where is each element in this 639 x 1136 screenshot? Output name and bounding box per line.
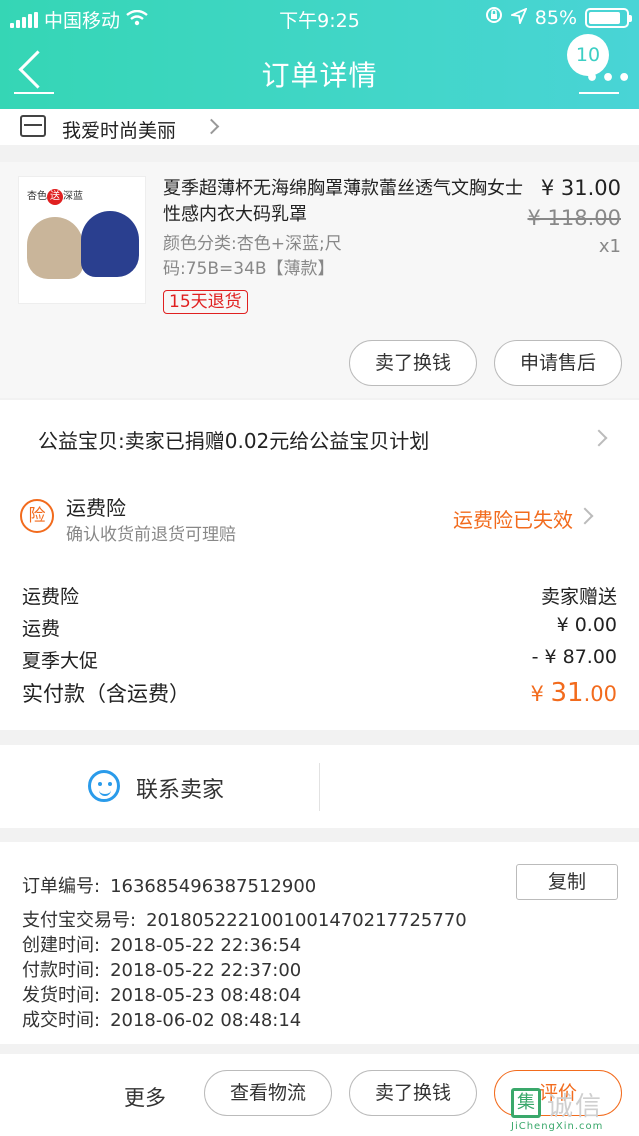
- fee-label: 运费险: [22, 586, 80, 608]
- more-dots-icon: •••: [585, 66, 634, 91]
- total-dec: .00: [583, 682, 617, 706]
- paid-label: 付款时间:: [22, 960, 101, 981]
- created-time: 2018-05-22 22:36:54: [110, 935, 302, 956]
- fee-label: 运费: [22, 618, 61, 640]
- insurance-title: 运费险: [66, 496, 126, 520]
- alipay-label: 支付宝交易号:: [22, 910, 137, 931]
- shipping-insurance-row[interactable]: 险 运费险 确认收货前退货可理赔 运费险已失效: [0, 478, 639, 558]
- done-label: 成交时间:: [22, 1010, 101, 1031]
- product-image[interactable]: 杏色送深蓝: [18, 176, 146, 304]
- rotation-lock-icon: [485, 6, 503, 29]
- order-item[interactable]: 杏色送深蓝 夏季超薄杯无海绵胸罩薄款蕾丝透气文胸女士性感内衣大码乳罩 ¥ 31.…: [0, 162, 639, 398]
- battery-icon: [585, 7, 632, 28]
- product-price: ¥ 31.00: [540, 176, 621, 200]
- header-bar: 中国移动 下午9:25 85% 订单详情 10 •••: [0, 0, 639, 109]
- order-number-label: 订单编号:: [22, 876, 101, 897]
- shipped-label: 发货时间:: [22, 985, 101, 1006]
- insurance-icon: 险: [20, 499, 54, 533]
- insurance-status: 运费险已失效: [453, 508, 573, 532]
- battery-fill: [589, 11, 620, 24]
- fee-value: 卖家赠送: [540, 586, 617, 608]
- page-title: 订单详情: [261, 59, 378, 92]
- product-title: 夏季超薄杯无海绵胸罩薄款蕾丝透气文胸女士性感内衣大码乳罩: [163, 178, 523, 225]
- total-currency: ¥: [530, 682, 551, 706]
- fee-value: - ¥ 87.00: [531, 646, 617, 668]
- total-value: ¥ 31.00: [530, 678, 617, 708]
- chevron-right-icon: [203, 118, 220, 135]
- order-info: 订单编号: 163685496387512900 复制 支付宝交易号: 201805…: [0, 842, 639, 1044]
- status-bar: 中国移动 下午9:25 85%: [0, 0, 639, 38]
- done-row: 成交时间: 2018-06-02 08:48:14: [22, 1006, 301, 1032]
- chevron-right-icon: [576, 507, 594, 525]
- watermark-text: 诚信: [547, 1092, 604, 1122]
- watermark-logo: 集: [511, 1088, 541, 1118]
- nav-bar: 订单详情 10 •••: [0, 34, 639, 109]
- store-icon: [20, 115, 46, 137]
- image-tag-gift: 送: [47, 189, 63, 205]
- paid-row: 付款时间: 2018-05-22 22:37:00: [22, 956, 301, 982]
- total-int: 31: [550, 678, 584, 708]
- after-sale-button[interactable]: 申请售后: [494, 340, 622, 386]
- shipped-row: 发货时间: 2018-05-23 08:48:04: [22, 981, 301, 1007]
- total-label: 实付款（含运费）: [22, 682, 190, 706]
- contact-seller-icon: [88, 770, 120, 802]
- done-time: 2018-06-02 08:48:14: [110, 1010, 302, 1031]
- contact-seller-label: 联系卖家: [136, 778, 225, 803]
- more-underline: [579, 92, 619, 94]
- more-menu-button[interactable]: 10 •••: [567, 34, 631, 94]
- fee-row: 运费险 卖家赠送: [22, 582, 617, 609]
- image-tag-color-b: 深蓝: [63, 191, 83, 202]
- watermark: 集 诚信 JiChengXin.com: [511, 1084, 631, 1132]
- created-label: 创建时间:: [22, 935, 101, 956]
- product-photo-left: [27, 217, 83, 279]
- alipay-number: 2018052221001001470217725770: [146, 910, 467, 931]
- shop-row[interactable]: 我爱时尚美丽: [0, 109, 639, 145]
- order-number: 163685496387512900: [110, 876, 317, 897]
- view-logistics-button[interactable]: 查看物流: [204, 1070, 332, 1116]
- sell-button-bottom[interactable]: 卖了换钱: [349, 1070, 477, 1116]
- contact-bar: 联系卖家: [0, 745, 639, 828]
- charity-text: 公益宝贝:卖家已捐赠0.02元给公益宝贝计划: [38, 429, 430, 453]
- fee-row: 夏季大促 - ¥ 87.00: [22, 646, 617, 673]
- fee-value: ¥ 0.00: [556, 614, 617, 636]
- divider: [319, 763, 320, 811]
- fee-label: 夏季大促: [22, 650, 99, 672]
- paid-time: 2018-05-22 22:37:00: [110, 960, 302, 981]
- fee-summary: 运费险 卖家赠送 运费 ¥ 0.00 夏季大促 - ¥ 87.00 实付款（含运…: [0, 558, 639, 730]
- bottom-action-bar: 更多 查看物流 卖了换钱 评价 集 诚信 JiChengXin.com: [0, 1054, 639, 1136]
- total-row: 实付款（含运费） ¥ 31.00: [22, 678, 617, 708]
- product-quantity: x1: [598, 236, 621, 257]
- shop-name: 我爱时尚美丽: [62, 120, 177, 142]
- copy-button[interactable]: 复制: [516, 864, 618, 900]
- original-price: ¥ 118.00: [527, 206, 621, 230]
- order-number-row: 订单编号: 163685496387512900: [22, 872, 316, 898]
- refund-policy-tag: 15天退货: [163, 290, 248, 314]
- created-row: 创建时间: 2018-05-22 22:36:54: [22, 931, 301, 957]
- sell-button[interactable]: 卖了换钱: [349, 340, 477, 386]
- more-actions-button[interactable]: 更多: [124, 1082, 166, 1112]
- battery-percent: 85%: [534, 6, 577, 29]
- shipped-time: 2018-05-23 08:48:04: [110, 985, 302, 1006]
- image-tag-color-a: 杏色: [27, 191, 47, 202]
- fee-row: 运费 ¥ 0.00: [22, 614, 617, 641]
- product-photo-right: [81, 211, 139, 277]
- chevron-right-icon: [590, 429, 608, 447]
- insurance-desc: 确认收货前退货可理赔: [66, 525, 236, 545]
- product-image-tag: 杏色送深蓝: [27, 187, 83, 205]
- status-right: 85%: [485, 6, 632, 29]
- charity-row[interactable]: 公益宝贝:卖家已捐赠0.02元给公益宝贝计划: [0, 400, 639, 478]
- location-icon: [508, 6, 528, 29]
- alipay-row: 支付宝交易号: 2018052221001001470217725770: [22, 906, 467, 932]
- watermark-url: JiChengXin.com: [511, 1121, 604, 1132]
- contact-seller-button[interactable]: 联系卖家: [0, 745, 319, 828]
- product-spec: 颜色分类:杏色+深蓝;尺码:75B=34B【薄款】: [163, 234, 342, 279]
